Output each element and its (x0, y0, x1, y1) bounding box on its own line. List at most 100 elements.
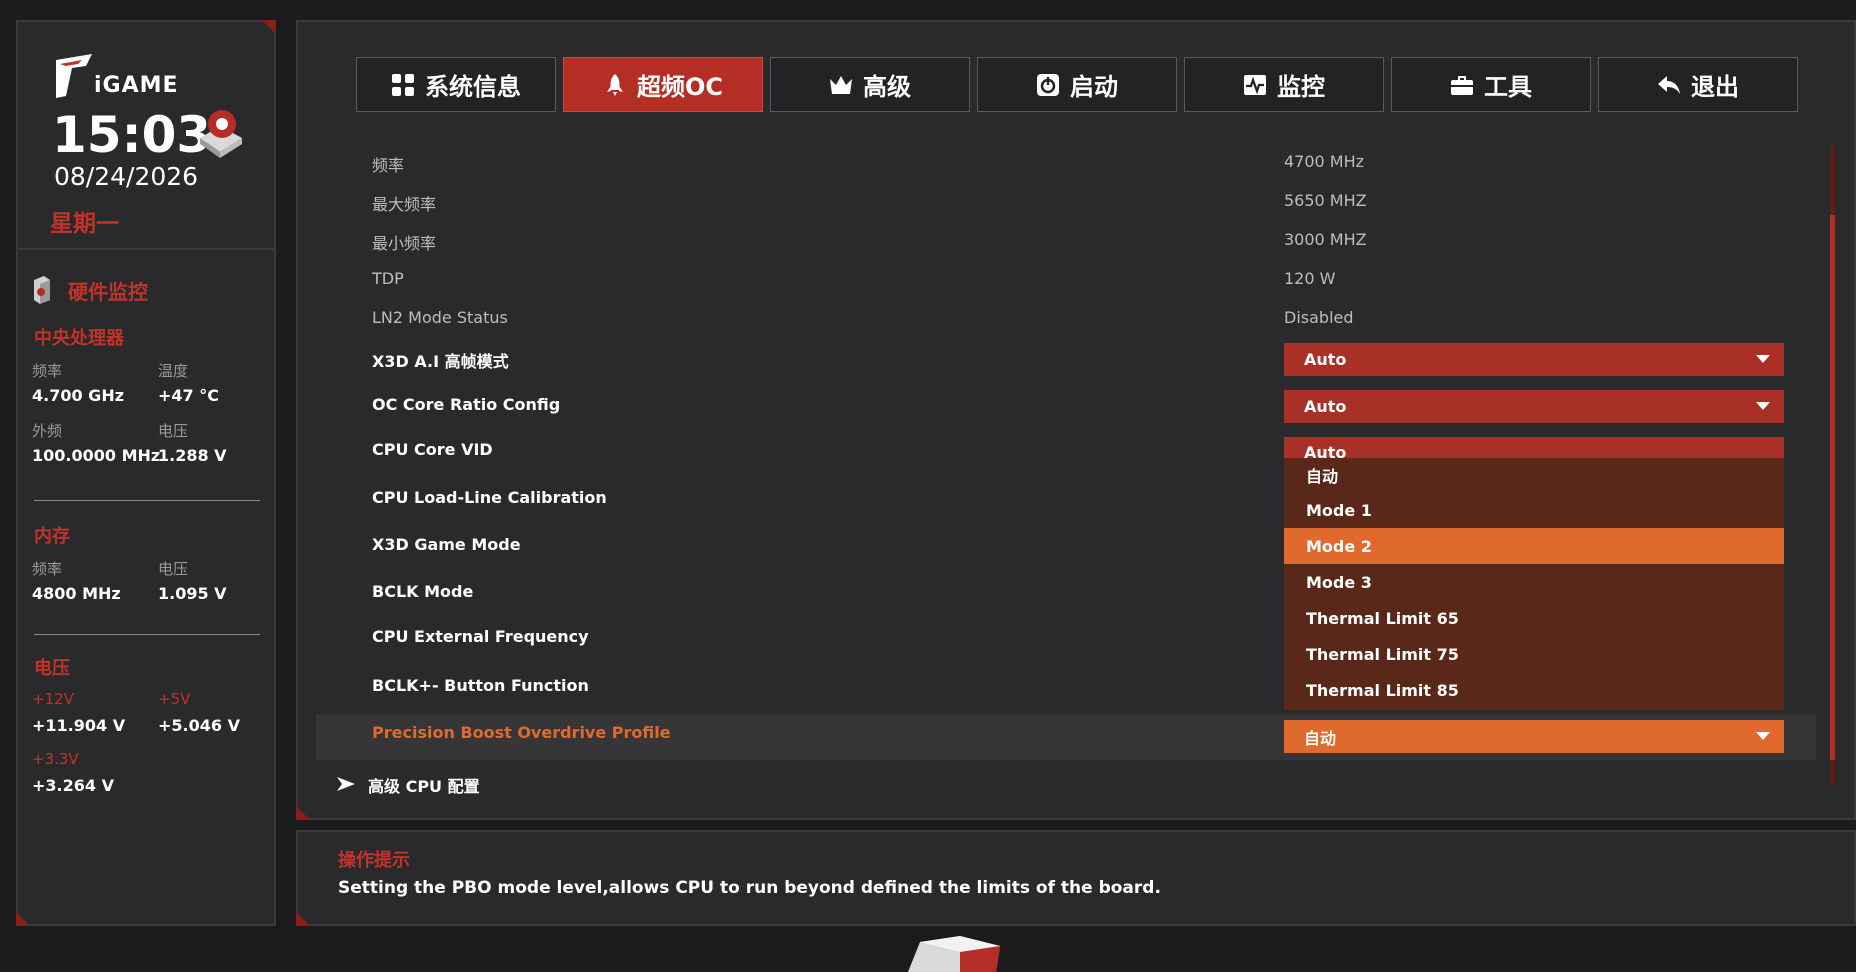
tab-overclock[interactable]: 超频OC (563, 57, 763, 112)
setting-x3d-ai-mode[interactable]: X3D A.I 高帧模式 (372, 348, 509, 372)
tab-boot[interactable]: 启动 (977, 57, 1177, 112)
setting-value-ln2-mode: Disabled (1284, 308, 1354, 327)
clock-date: 08/24/2026 (54, 162, 199, 191)
igame-logo: iGAME (56, 54, 179, 98)
setting-label-max-frequency: 最大频率 (372, 195, 437, 214)
tab-label: 系统信息 (425, 73, 521, 101)
memory-freq-value: 4800 MHz (32, 584, 121, 603)
tab-label: 高级 (863, 73, 911, 101)
cpu-temp-label: 温度 (158, 362, 189, 380)
pbo-options-menu: 自动 Mode 1 Mode 2 Mode 3 Thermal Limit 65… (1284, 458, 1784, 710)
option-thermal-limit-85[interactable]: Thermal Limit 85 (1284, 672, 1784, 708)
setting-x3d-game-mode[interactable]: X3D Game Mode (372, 535, 521, 554)
crown-icon (830, 75, 852, 94)
setting-bclk-button-function[interactable]: BCLK+- Button Function (372, 676, 589, 695)
caret-down-icon (1756, 355, 1770, 363)
caret-down-icon (1756, 402, 1770, 410)
power-icon (1037, 73, 1059, 96)
clock-time: 15:03 (52, 106, 212, 164)
bottom-emblem-icon (908, 936, 1000, 972)
setting-label-frequency: 频率 (372, 156, 405, 175)
tab-label: 退出 (1691, 73, 1739, 101)
cpu-ext-label: 外频 (32, 422, 63, 440)
setting-value-max-frequency: 5650 MHZ (1284, 191, 1367, 210)
oc-core-ratio-dropdown[interactable]: Auto (1284, 390, 1784, 423)
monitor-icon (1244, 74, 1266, 95)
panel-corner (262, 20, 276, 34)
toolbox-icon (1451, 75, 1473, 95)
memory-volt-label: 电压 (158, 560, 189, 578)
v12-label: +12V (32, 690, 74, 708)
memory-freq-label: 频率 (32, 560, 63, 578)
scrollbar-thumb[interactable] (1830, 215, 1835, 760)
cpu-temp-value: +47 °C (158, 386, 219, 405)
setting-cpu-core-vid[interactable]: CPU Core VID (372, 440, 493, 459)
panel-corner (296, 806, 310, 820)
option-thermal-limit-75[interactable]: Thermal Limit 75 (1284, 636, 1784, 672)
sidebar-separator (34, 634, 260, 635)
hint-text: Setting the PBO mode level,allows CPU to… (338, 878, 1161, 898)
setting-value-tdp: 120 W (1284, 269, 1336, 288)
sidebar-panel: iGAME 15:03 08/24/2026 星期一 硬件监控 中央处理器 频率… (16, 20, 276, 926)
tab-exit[interactable]: 退出 (1598, 57, 1798, 112)
sidebar-separator (34, 500, 260, 501)
tab-advanced[interactable]: 高级 (770, 57, 970, 112)
tab-label: 监控 (1277, 73, 1325, 101)
hint-panel: 操作提示 Setting the PBO mode level,allows C… (296, 830, 1856, 926)
cpu-volt-value: 1.288 V (158, 446, 227, 465)
cpu-ext-value: 100.0000 MHz (32, 446, 161, 465)
tab-tools[interactable]: 工具 (1391, 57, 1591, 112)
dropdown-value: Auto (1304, 350, 1347, 369)
pbo-profile-dropdown[interactable]: 自动 (1284, 720, 1784, 753)
tab-label: 启动 (1070, 73, 1118, 101)
setting-cpu-llc[interactable]: CPU Load-Line Calibration (372, 488, 607, 507)
setting-oc-core-ratio[interactable]: OC Core Ratio Config (372, 395, 560, 414)
voltage-section-title: 电压 (34, 658, 70, 679)
v5-label: +5V (158, 690, 191, 708)
setting-bclk-mode[interactable]: BCLK Mode (372, 582, 473, 601)
svg-text:iGAME: iGAME (94, 73, 179, 98)
option-mode-3[interactable]: Mode 3 (1284, 564, 1784, 600)
cpu-freq-value: 4.700 GHz (32, 386, 125, 405)
tab-label: 工具 (1484, 73, 1532, 101)
setting-cpu-external-frequency[interactable]: CPU External Frequency (372, 627, 589, 646)
hint-title: 操作提示 (338, 850, 410, 871)
grid-icon (392, 73, 414, 96)
v33-value: +3.264 V (32, 776, 114, 795)
hardware-monitor-title: 硬件监控 (68, 280, 148, 304)
hardware-monitor-header: 硬件监控 (32, 276, 148, 308)
setting-value-frequency: 4700 MHz (1284, 152, 1365, 171)
setting-value-min-frequency: 3000 MHZ (1284, 230, 1367, 249)
cpu-core-vid-dropdown[interactable]: Auto (1284, 437, 1784, 459)
cpu-freq-label: 频率 (32, 362, 63, 380)
hardware-monitor-icon (34, 276, 50, 304)
v12-value: +11.904 V (32, 716, 126, 735)
cpu-chip-icon (200, 110, 242, 158)
option-mode-1[interactable]: Mode 1 (1284, 492, 1784, 528)
rocket-icon (606, 73, 623, 96)
setting-label-ln2-mode: LN2 Mode Status (372, 308, 508, 327)
option-mode-2[interactable]: Mode 2 (1284, 528, 1784, 564)
tab-label: 超频OC (636, 73, 723, 101)
dropdown-value: 自动 (1304, 728, 1337, 748)
sidebar-divider (18, 248, 274, 250)
cpu-section-title: 中央处理器 (34, 328, 124, 349)
option-auto[interactable]: 自动 (1284, 458, 1784, 492)
v33-label: +3.3V (32, 750, 79, 768)
tab-monitor[interactable]: 监控 (1184, 57, 1384, 112)
option-thermal-limit-65[interactable]: Thermal Limit 65 (1284, 600, 1784, 636)
dropdown-value: Auto (1304, 443, 1347, 459)
panel-corner (296, 912, 310, 926)
setting-pbo-profile[interactable]: Precision Boost Overdrive Profile (372, 723, 671, 742)
tab-system-info[interactable]: 系统信息 (356, 57, 556, 112)
panel-corner (16, 912, 30, 926)
x3d-ai-mode-dropdown[interactable]: Auto (1284, 343, 1784, 376)
setting-label-tdp: TDP (372, 269, 404, 288)
dropdown-value: Auto (1304, 397, 1347, 416)
memory-volt-value: 1.095 V (158, 584, 227, 603)
settings-scrollbar[interactable] (1830, 145, 1835, 785)
cpu-volt-label: 电压 (158, 422, 189, 440)
submenu-arrow-icon (337, 777, 355, 791)
back-arrow-icon (1658, 75, 1680, 94)
submenu-advanced-cpu-config[interactable]: 高级 CPU 配置 (368, 773, 480, 797)
